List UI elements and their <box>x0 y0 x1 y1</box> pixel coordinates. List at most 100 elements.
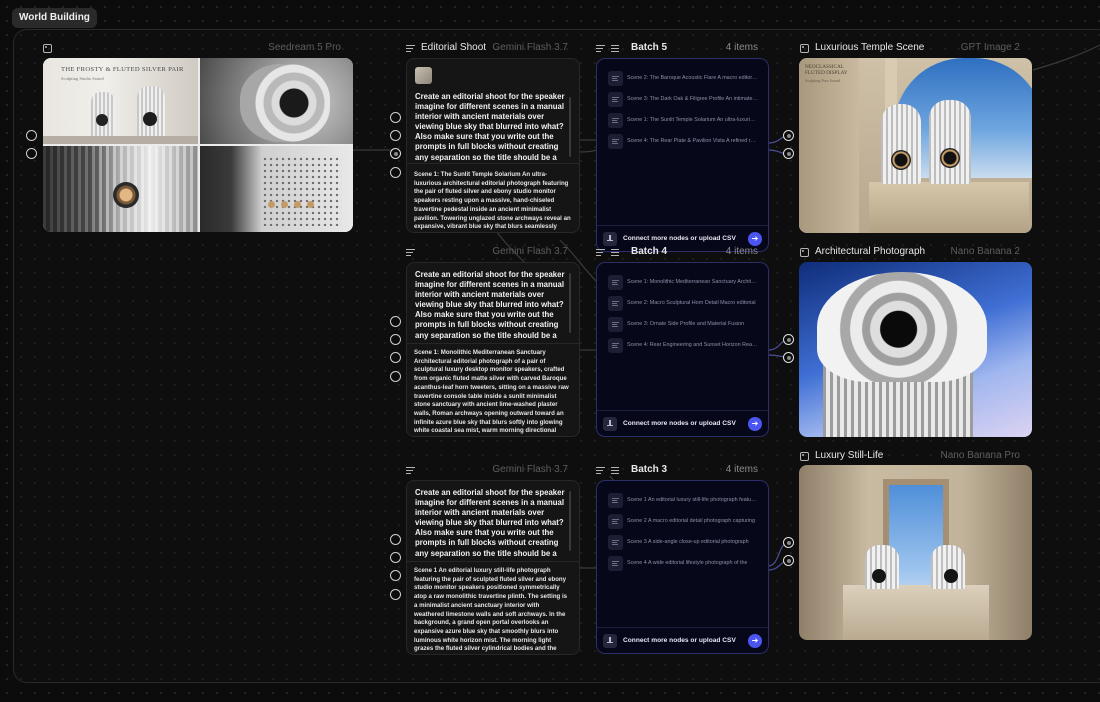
text-item-icon <box>608 492 623 508</box>
generated-image-3[interactable] <box>43 146 198 232</box>
input-port-connected[interactable] <box>783 555 794 566</box>
input-port[interactable] <box>390 316 401 327</box>
seedream-node-header[interactable]: Seedream 5 Pro <box>43 41 341 55</box>
magazine-subtitle: Sculpting Studio Sound <box>61 76 104 81</box>
output-title: Architectural Photograph <box>815 246 926 257</box>
model-label: GPT Image 2 <box>960 42 1020 53</box>
batch-icon <box>611 465 625 475</box>
editorial-text-card-3[interactable]: Create an editorial shoot for the speake… <box>406 480 580 655</box>
editorial-text-card-2[interactable]: Create an editorial shoot for the speake… <box>406 262 580 437</box>
input-port[interactable] <box>390 167 401 178</box>
seedream-image-grid[interactable]: THE FROSTY & FLUTED SILVER PAIR Sculptin… <box>43 58 353 232</box>
editorial-node-header[interactable]: Editorial Shoot Gemini Flash 3.7 <box>406 41 568 55</box>
editorial-text-card-1[interactable]: Create an editorial shoot for the speake… <box>406 58 580 233</box>
batch-node-header[interactable]: Batch 3 4 items <box>596 463 758 477</box>
input-port[interactable] <box>26 148 37 159</box>
input-port-connected[interactable] <box>783 352 794 363</box>
upload-icon[interactable] <box>603 416 617 431</box>
input-port[interactable] <box>390 112 401 123</box>
input-port-connected[interactable] <box>783 334 794 345</box>
output-image-temple[interactable]: NEOCLASSICAL FLUTED DISPLAY Sculpting Pu… <box>799 58 1032 233</box>
generated-output-text[interactable]: Scene 1: The Sunlit Temple Solarium An u… <box>414 171 571 231</box>
reference-thumbnail[interactable] <box>415 67 432 84</box>
footer-label[interactable]: Connect more nodes or upload CSV <box>623 235 736 242</box>
image-icon <box>800 43 809 53</box>
list-icon <box>596 465 605 475</box>
text-item-icon <box>608 133 623 149</box>
text-item-icon <box>608 295 623 311</box>
scrollbar[interactable] <box>569 273 571 333</box>
upload-icon[interactable] <box>603 633 617 648</box>
arrow-right-icon[interactable]: ➔ <box>748 416 762 431</box>
batch-item[interactable]: Scene 2: The Baroque Acoustic Flare A ma… <box>608 70 758 86</box>
batch-item[interactable]: Scene 1: Monolithic Mediterranean Sanctu… <box>608 274 758 290</box>
model-label: Nano Banana 2 <box>950 246 1020 257</box>
generated-output-text[interactable]: Scene 1: Monolithic Mediterranean Sanctu… <box>414 349 571 435</box>
scrollbar[interactable] <box>569 491 571 551</box>
input-port[interactable] <box>390 130 401 141</box>
batch-count: 4 items <box>725 464 758 475</box>
input-port[interactable] <box>390 352 401 363</box>
input-port-connected[interactable] <box>783 130 794 141</box>
input-port[interactable] <box>390 589 401 600</box>
batch-item[interactable]: Scene 4 A wide editorial lifestyle photo… <box>608 555 758 571</box>
arrow-right-icon[interactable]: ➔ <box>748 633 762 648</box>
image-icon <box>800 451 809 461</box>
batch-node-header[interactable]: Batch 5 4 items <box>596 41 758 55</box>
output-image-architectural[interactable] <box>799 262 1032 437</box>
batch-icon <box>611 43 625 53</box>
batch-item[interactable]: Scene 4: Rear Engineering and Sunset Hor… <box>608 337 758 353</box>
batch-item[interactable]: Scene 3 A side-angle close-up editorial … <box>608 534 758 550</box>
batch-item[interactable]: Scene 2 A macro editorial detail photogr… <box>608 513 758 529</box>
output-title: Luxury Still-Life <box>815 450 884 461</box>
input-port[interactable] <box>26 130 37 141</box>
generated-output-text[interactable]: Scene 1 An editorial luxury still-life p… <box>414 567 571 653</box>
batch-card[interactable]: Scene 1: Monolithic Mediterranean Sanctu… <box>596 262 769 437</box>
input-port[interactable] <box>390 552 401 563</box>
scrollbar[interactable] <box>569 97 571 157</box>
generated-image-2[interactable] <box>200 58 353 144</box>
batch-item[interactable]: Scene 3: Ornate Side Profile and Materia… <box>608 316 758 332</box>
input-port[interactable] <box>390 334 401 345</box>
image-icon <box>43 43 52 53</box>
batch-item[interactable]: Scene 1: The Sunlit Temple Solarium An u… <box>608 112 758 128</box>
batch-card[interactable]: Scene 2: The Baroque Acoustic Flare A ma… <box>596 58 769 252</box>
magazine-subtitle: Sculpting Pure Sound <box>805 78 840 83</box>
output-image-still-life[interactable] <box>799 465 1032 640</box>
batch-item[interactable]: Scene 4: The Rear Plate & Pavilion Vista… <box>608 133 758 149</box>
batch-card[interactable]: Scene 1 An editorial luxury still-life p… <box>596 480 769 654</box>
batch-count: 4 items <box>725 246 758 257</box>
arrow-right-icon[interactable]: ➔ <box>748 231 762 246</box>
footer-label[interactable]: Connect more nodes or upload CSV <box>623 420 736 427</box>
output-node-header[interactable]: Luxury Still-Life Nano Banana Pro <box>800 449 1020 463</box>
prompt-text[interactable]: Create an editorial shoot for the speake… <box>415 92 569 162</box>
editorial-node-header[interactable]: Gemini Flash 3.7 <box>406 463 568 477</box>
input-port[interactable] <box>390 371 401 382</box>
batch-title: Batch 5 <box>631 42 668 53</box>
upload-icon[interactable] <box>603 231 617 246</box>
input-port[interactable] <box>390 534 401 545</box>
generated-image-4[interactable] <box>200 146 353 232</box>
batch-count: 4 items <box>725 42 758 53</box>
generated-image-1[interactable]: THE FROSTY & FLUTED SILVER PAIR Sculptin… <box>43 58 198 144</box>
batch-icon <box>611 247 625 257</box>
input-port-connected[interactable] <box>390 148 401 159</box>
input-port-connected[interactable] <box>783 537 794 548</box>
batch-item[interactable]: Scene 3: The Dark Oak & Filigree Profile… <box>608 91 758 107</box>
text-item-icon <box>608 274 623 290</box>
prompt-text[interactable]: Create an editorial shoot for the speake… <box>415 488 569 558</box>
input-port-connected[interactable] <box>783 148 794 159</box>
output-node-header[interactable]: Luxurious Temple Scene GPT Image 2 <box>800 41 1020 55</box>
output-node-header[interactable]: Architectural Photograph Nano Banana 2 <box>800 245 1020 259</box>
text-item-icon <box>608 112 623 128</box>
text-item-icon <box>608 513 623 529</box>
footer-label[interactable]: Connect more nodes or upload CSV <box>623 637 736 644</box>
batch-title: Batch 3 <box>631 464 668 475</box>
group-label[interactable]: World Building <box>12 8 97 28</box>
input-port[interactable] <box>390 570 401 581</box>
prompt-text[interactable]: Create an editorial shoot for the speake… <box>415 270 569 340</box>
batch-item[interactable]: Scene 1 An editorial luxury still-life p… <box>608 492 758 508</box>
editorial-node-header[interactable]: Gemini Flash 3.7 <box>406 245 568 259</box>
batch-item[interactable]: Scene 2: Macro Sculptural Horn Detail Ma… <box>608 295 758 311</box>
batch-node-header[interactable]: Batch 4 4 items <box>596 245 758 259</box>
